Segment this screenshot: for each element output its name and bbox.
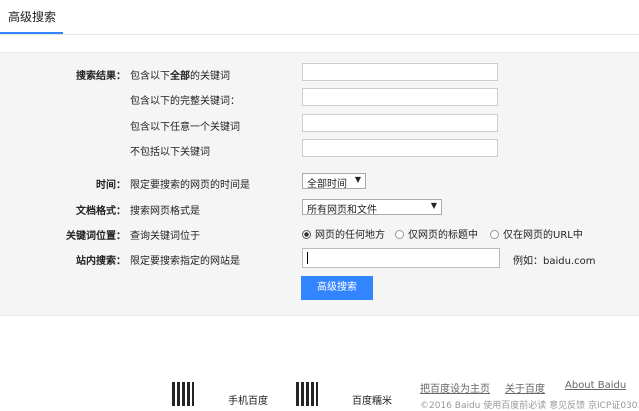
advanced-search-button[interactable]: 高级搜索 [301, 276, 373, 300]
header: 高级搜索 [0, 0, 639, 35]
exclude-keywords-input[interactable] [302, 139, 498, 157]
row-keyword-position: 关键词位置： 查询关键词位于 网页的任何地方 仅网页的标题中 仅在网页的URL中 [0, 223, 639, 243]
search-results-label: 搜索结果： [76, 71, 126, 82]
site-label: 站内搜索： [76, 256, 126, 267]
row-all-keywords: 搜索结果： 包含以下全部的关键词 [0, 63, 639, 83]
row-exact-phrase: 包含以下的完整关键词： [0, 88, 639, 108]
format-select[interactable]: 所有网页和文件 ▼ [302, 199, 442, 216]
exclude-keywords-label: 不包括以下关键词 [130, 147, 210, 158]
all-keywords-input[interactable] [302, 63, 498, 81]
mobile-baidu-qr-icon [172, 382, 194, 406]
baidu-nuomi-qr-icon [296, 382, 318, 406]
time-desc: 限定要搜索的网页的时间是 [130, 180, 250, 191]
position-label: 关键词位置： [66, 231, 126, 242]
time-select[interactable]: 全部时间 ▼ [302, 173, 366, 190]
radio-anywhere[interactable]: 网页的任何地方 [302, 226, 385, 241]
about-baidu-en-link[interactable]: About Baidu [565, 380, 626, 391]
radio-url-only[interactable]: 仅在网页的URL中 [490, 226, 583, 241]
time-label: 时间： [96, 180, 126, 191]
position-desc: 查询关键词位于 [130, 231, 200, 242]
all-keywords-label: 包含以下全部的关键词 [130, 71, 230, 82]
chevron-down-icon: ▼ [354, 175, 361, 184]
site-example: 例如：baidu.com [513, 256, 596, 267]
set-homepage-link[interactable]: 把百度设为主页 [420, 380, 490, 395]
text-caret [307, 252, 308, 264]
row-exclude-keywords: 不包括以下关键词 [0, 139, 639, 159]
format-desc: 搜索网页格式是 [130, 206, 200, 217]
site-input[interactable] [302, 248, 500, 268]
row-any-keyword: 包含以下任意一个关键词 [0, 114, 639, 134]
tab-advanced-search[interactable]: 高级搜索 [8, 8, 56, 25]
radio-title-only[interactable]: 仅网页的标题中 [395, 226, 478, 241]
row-time: 时间： 限定要搜索的网页的时间是 全部时间 ▼ [0, 172, 639, 192]
chevron-down-icon: ▼ [430, 201, 437, 210]
any-keyword-input[interactable] [302, 114, 498, 132]
exact-phrase-input[interactable] [302, 88, 498, 106]
baidu-nuomi-label: 百度糯米 [352, 396, 392, 407]
exact-phrase-label: 包含以下的完整关键词： [130, 96, 240, 107]
row-site-search: 站内搜索： 限定要搜索指定的网站是 例如：baidu.com [0, 248, 639, 268]
row-format: 文档格式： 搜索网页格式是 所有网页和文件 ▼ [0, 198, 639, 218]
active-tab-indicator [0, 32, 63, 34]
site-desc: 限定要搜索指定的网站是 [130, 256, 240, 267]
copyright: ©2016 Baidu 使用百度前必读 意见反馈 京ICP证030173号 [420, 401, 639, 411]
any-keyword-label: 包含以下任意一个关键词 [130, 122, 240, 133]
about-baidu-cn-link[interactable]: 关于百度 [505, 380, 545, 395]
mobile-baidu-label: 手机百度 [228, 396, 268, 407]
radio-unchecked-icon [395, 230, 404, 239]
radio-checked-icon [302, 230, 311, 239]
format-label: 文档格式： [76, 206, 126, 217]
radio-unchecked-icon [490, 230, 499, 239]
